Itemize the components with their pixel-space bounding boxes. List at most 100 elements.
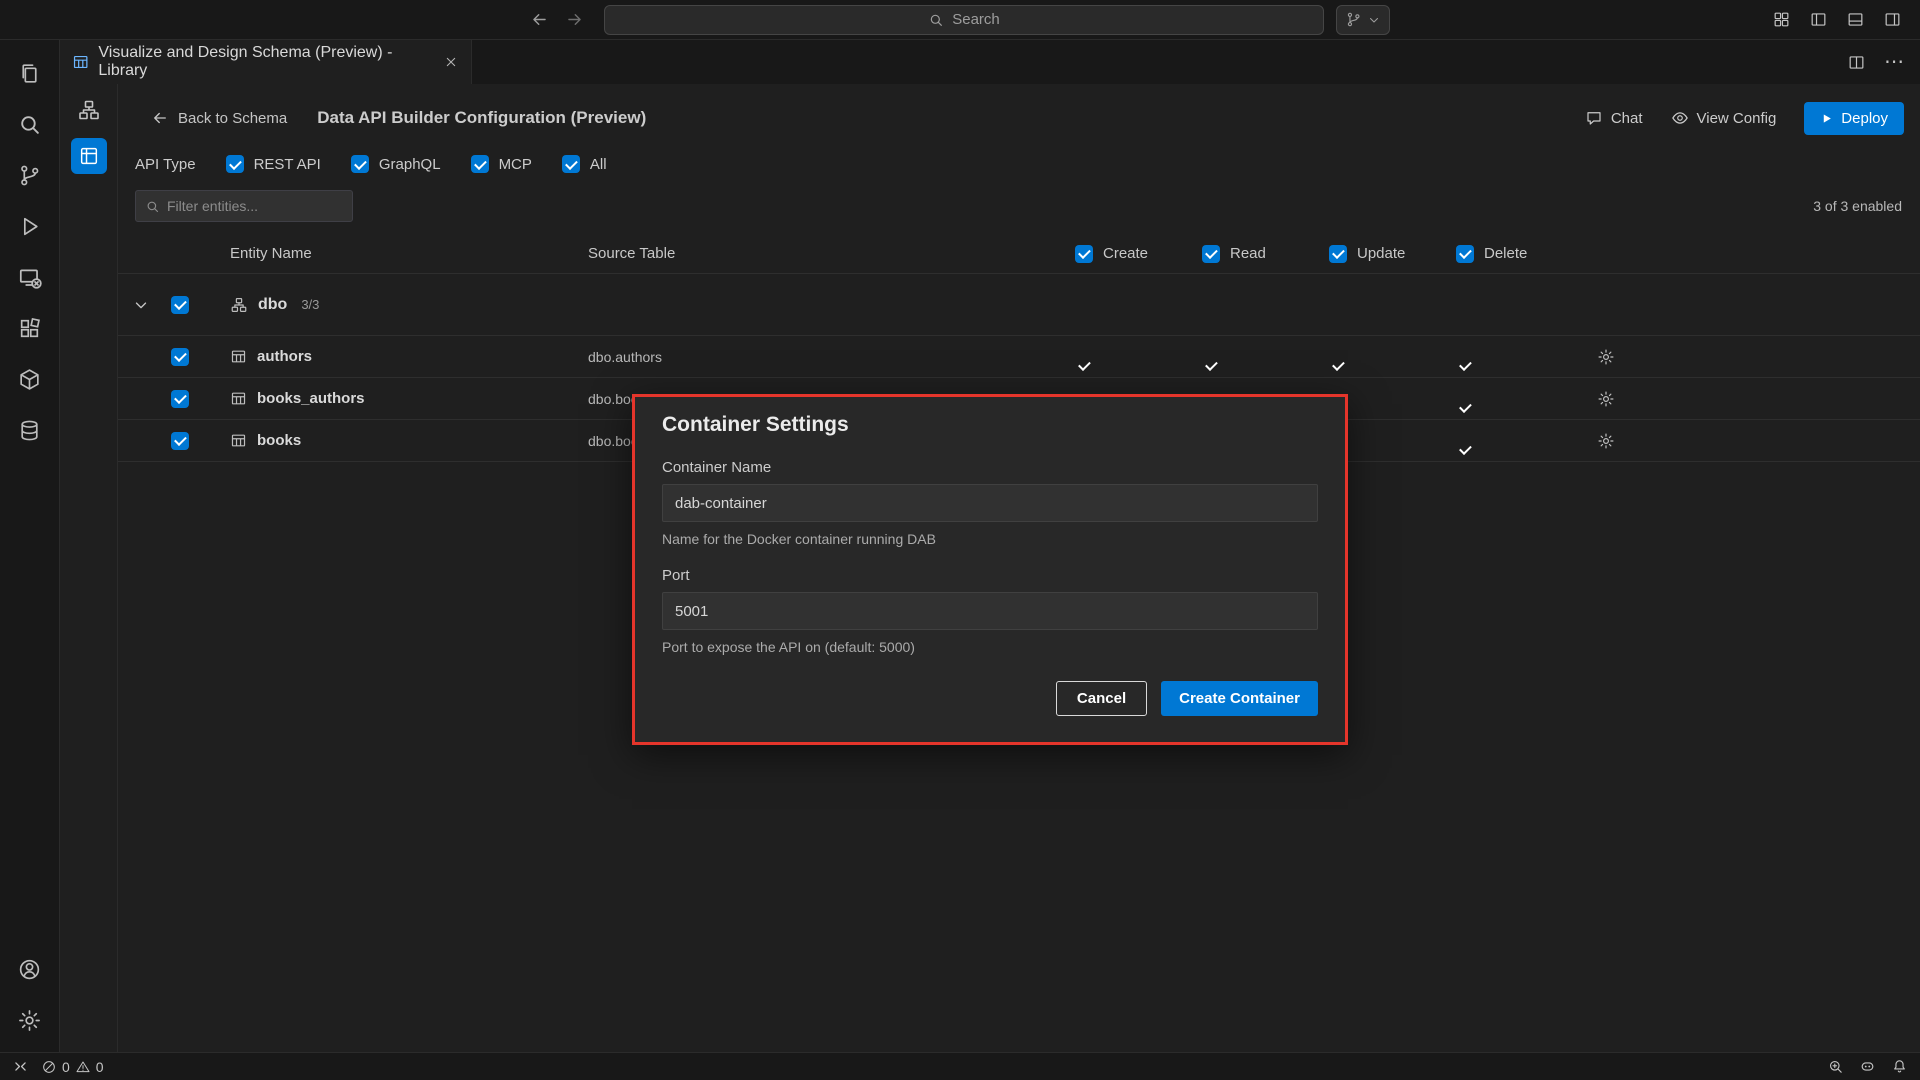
table-icon — [230, 432, 247, 449]
chat-button[interactable]: Chat — [1585, 109, 1643, 127]
toggle-panel-icon[interactable] — [1846, 10, 1865, 29]
row-select-checkbox[interactable] — [171, 432, 189, 450]
back-to-schema-link[interactable]: Back to Schema — [151, 109, 287, 127]
problems-status[interactable]: 0 0 — [41, 1059, 104, 1075]
row-settings-gear-icon[interactable] — [1583, 348, 1920, 366]
collapse-chevron-icon[interactable] — [118, 296, 164, 314]
create-container-button[interactable]: Create Container — [1161, 681, 1318, 716]
play-icon — [1820, 112, 1833, 125]
tab-bar: Visualize and Design Schema (Preview) - … — [60, 40, 1920, 84]
explorer-icon[interactable] — [6, 48, 54, 99]
account-icon[interactable] — [6, 944, 54, 995]
tab-title: Visualize and Design Schema (Preview) - … — [98, 44, 434, 80]
container-name-field-section: Container Name Name for the Docker conta… — [662, 459, 1318, 547]
mcp-checkbox[interactable] — [471, 155, 489, 173]
dab-config-view-icon[interactable] — [71, 138, 107, 174]
schema-group-count: 3/3 — [301, 297, 319, 312]
notifications-bell-icon[interactable] — [1891, 1058, 1908, 1075]
row-select-checkbox[interactable] — [171, 348, 189, 366]
mcp-option[interactable]: MCP — [471, 155, 532, 173]
forward-arrow-icon[interactable] — [565, 10, 584, 29]
toggle-secondary-sidebar-icon[interactable] — [1883, 10, 1902, 29]
port-input[interactable] — [662, 592, 1318, 630]
api-type-label: API Type — [135, 156, 196, 173]
status-bar: 0 0 — [0, 1052, 1920, 1080]
update-column-checkbox[interactable] — [1329, 245, 1347, 263]
search-view-icon[interactable] — [6, 99, 54, 150]
warning-icon — [75, 1059, 91, 1075]
table-icon — [230, 390, 247, 407]
table-icon — [230, 348, 247, 365]
rest-api-checkbox[interactable] — [226, 155, 244, 173]
layout-control-dropdown[interactable] — [1336, 5, 1390, 35]
search-icon — [145, 199, 160, 214]
page-title: Data API Builder Configuration (Preview) — [317, 108, 646, 128]
chat-icon — [1585, 109, 1603, 127]
source-table-column-header: Source Table — [588, 245, 1075, 262]
entity-name-column-header: Entity Name — [208, 245, 588, 262]
error-count: 0 — [62, 1059, 70, 1075]
zoom-icon[interactable] — [1827, 1058, 1844, 1075]
run-debug-icon[interactable] — [6, 201, 54, 252]
group-select-checkbox[interactable] — [171, 296, 189, 314]
container-name-label: Container Name — [662, 459, 1318, 476]
remote-indicator-icon[interactable] — [12, 1058, 29, 1075]
create-column-checkbox[interactable] — [1075, 245, 1093, 263]
row-settings-gear-icon[interactable] — [1583, 390, 1920, 408]
rest-api-option[interactable]: REST API — [226, 155, 321, 173]
back-to-schema-label: Back to Schema — [178, 110, 287, 127]
extensions-icon[interactable] — [6, 303, 54, 354]
container-name-input[interactable] — [662, 484, 1318, 522]
customize-layout-icon[interactable] — [1772, 10, 1791, 29]
source-table-cell: dbo.authors — [588, 349, 1075, 365]
delete-column-checkbox[interactable] — [1456, 245, 1474, 263]
all-checkbox[interactable] — [562, 155, 580, 173]
filter-row: 3 of 3 enabled — [135, 190, 1902, 222]
row-select-checkbox[interactable] — [171, 390, 189, 408]
schema-group-name: dbo — [258, 296, 287, 314]
settings-gear-icon[interactable] — [6, 995, 54, 1046]
search-icon — [928, 12, 944, 28]
graphql-option[interactable]: GraphQL — [351, 155, 441, 173]
filter-entities-input[interactable] — [167, 198, 343, 214]
warning-count: 0 — [96, 1059, 104, 1075]
tab-close-icon[interactable] — [443, 54, 459, 70]
dialog-title: Container Settings — [662, 413, 1318, 437]
command-center-search[interactable]: Search — [604, 5, 1324, 35]
schema-icon — [230, 296, 248, 314]
split-editor-icon[interactable] — [1847, 53, 1866, 72]
back-arrow-icon — [151, 109, 169, 127]
deploy-button[interactable]: Deploy — [1804, 102, 1904, 135]
schema-designer-view-icon[interactable] — [71, 92, 107, 128]
search-placeholder: Search — [952, 11, 1000, 28]
schema-group-row: dbo 3/3 — [118, 274, 1920, 336]
api-type-row: API Type REST API GraphQL MCP — [135, 152, 1904, 176]
cancel-button[interactable]: Cancel — [1056, 681, 1147, 716]
sql-projects-icon[interactable] — [6, 354, 54, 405]
all-option[interactable]: All — [562, 155, 607, 173]
row-settings-gear-icon[interactable] — [1583, 432, 1920, 450]
chevron-down-icon — [1367, 13, 1381, 27]
table-row-authors: authors dbo.authors — [118, 336, 1920, 378]
container-name-help: Name for the Docker container running DA… — [662, 531, 1318, 547]
back-arrow-icon[interactable] — [530, 10, 549, 29]
more-actions-icon[interactable]: ⋯ — [1884, 52, 1904, 72]
graphql-checkbox[interactable] — [351, 155, 369, 173]
title-bar: Search — [0, 0, 1920, 40]
editor-side-strip — [60, 84, 118, 1052]
eye-icon — [1671, 109, 1689, 127]
read-column-checkbox[interactable] — [1202, 245, 1220, 263]
source-control-icon[interactable] — [6, 150, 54, 201]
remote-explorer-icon[interactable] — [6, 252, 54, 303]
enabled-summary: 3 of 3 enabled — [1813, 198, 1902, 214]
activity-bar — [0, 40, 60, 1052]
filter-entities-field[interactable] — [135, 190, 353, 222]
error-icon — [41, 1059, 57, 1075]
view-config-button[interactable]: View Config — [1671, 109, 1777, 127]
database-view-icon[interactable] — [6, 405, 54, 456]
copilot-icon[interactable] — [1859, 1058, 1876, 1075]
tab-visualize-design-schema[interactable]: Visualize and Design Schema (Preview) - … — [60, 40, 472, 84]
port-help: Port to expose the API on (default: 5000… — [662, 639, 1318, 655]
toggle-sidebar-icon[interactable] — [1809, 10, 1828, 29]
schema-tab-icon — [72, 53, 89, 71]
